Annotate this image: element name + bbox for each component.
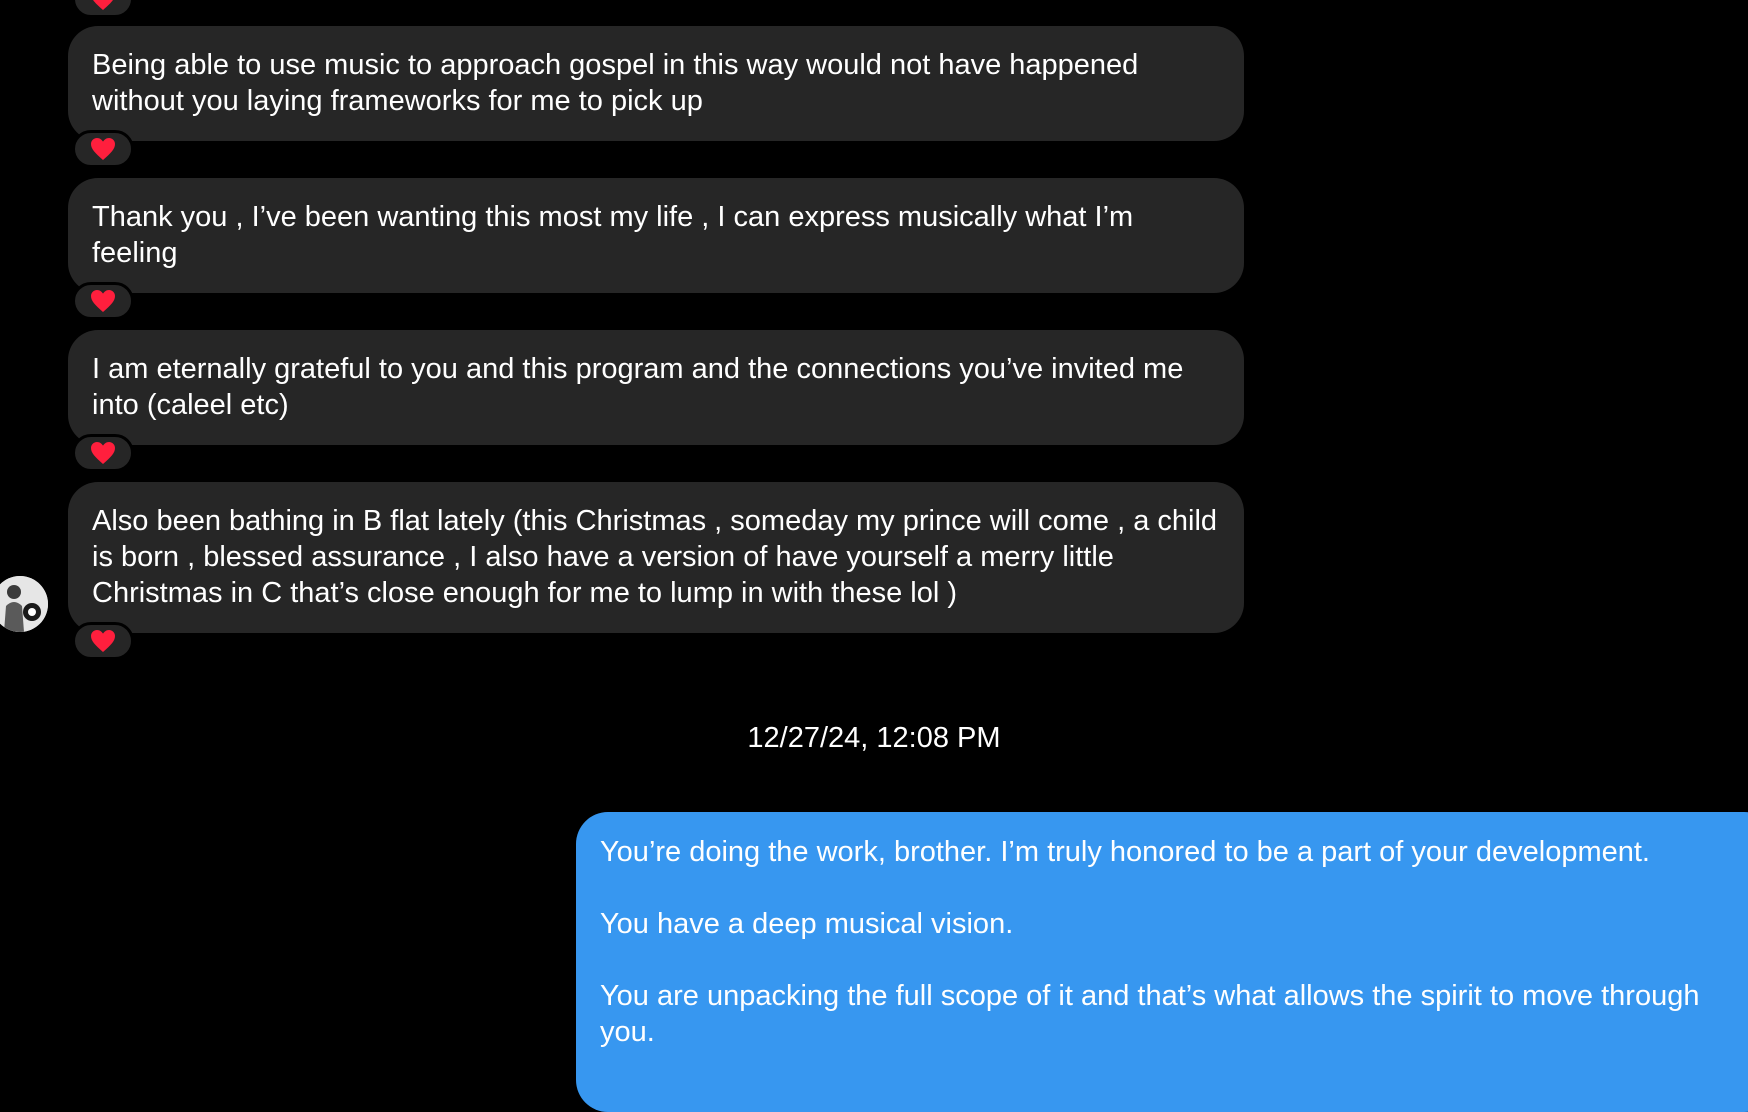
heart-icon	[93, 0, 113, 10]
reaction-badge[interactable]	[72, 434, 134, 472]
reaction-badge[interactable]	[72, 622, 134, 660]
message-text: Also been bathing in B flat lately (this…	[92, 505, 1218, 609]
incoming-message[interactable]: Thank you , I’ve been wanting this most …	[68, 178, 1244, 293]
heart-icon	[91, 630, 115, 652]
message-text: I am eternally grateful to you and this …	[92, 353, 1184, 421]
message-thread: Being able to use music to approach gosp…	[0, 0, 1748, 1112]
heart-icon	[91, 290, 115, 312]
message-paragraph: You’re doing the work, brother. I’m trul…	[600, 836, 1650, 868]
outgoing-message[interactable]: You’re doing the work, brother. I’m trul…	[576, 812, 1748, 1112]
reaction-badge[interactable]	[72, 130, 134, 168]
heart-icon	[91, 442, 115, 464]
timestamp: 12/27/24, 12:08 PM	[747, 722, 1001, 754]
message-text: Thank you , I’ve been wanting this most …	[92, 201, 1134, 269]
reaction-badge[interactable]	[72, 282, 134, 320]
message-text: Being able to use music to approach gosp…	[92, 49, 1139, 117]
avatar[interactable]	[0, 576, 48, 632]
reaction-badge[interactable]	[72, 0, 134, 18]
heart-icon	[91, 138, 115, 160]
incoming-message[interactable]: Being able to use music to approach gosp…	[68, 26, 1244, 141]
message-paragraph: You have a deep musical vision.	[600, 908, 1014, 940]
incoming-message[interactable]: Also been bathing in B flat lately (this…	[68, 482, 1244, 633]
avatar-photo	[0, 576, 48, 632]
message-paragraph: You are unpacking the full scope of it a…	[600, 980, 1700, 1048]
incoming-message[interactable]: I am eternally grateful to you and this …	[68, 330, 1244, 445]
